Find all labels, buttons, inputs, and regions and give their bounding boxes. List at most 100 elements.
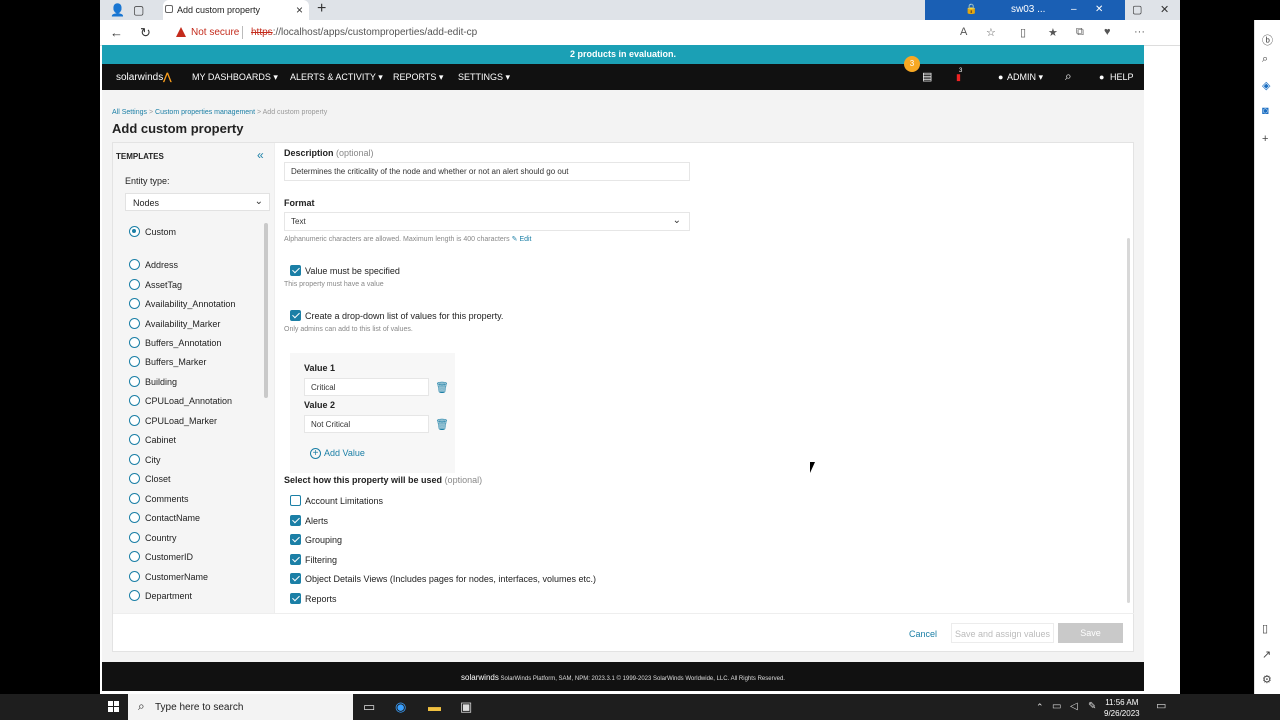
value-required-checkbox[interactable] (290, 265, 301, 276)
search-sidebar-icon[interactable]: ⌕ (1262, 53, 1268, 66)
template-radio[interactable] (129, 532, 140, 543)
usage-checkbox[interactable] (290, 495, 301, 506)
settings-icon[interactable]: ⚙ (1262, 673, 1272, 686)
remote-desktop-icon[interactable]: ▣ (460, 699, 472, 715)
not-secure-label[interactable]: Not secure (191, 27, 239, 38)
sidebar-toggle-icon[interactable]: ▯ (1262, 622, 1268, 635)
nav-admin[interactable]: ADMIN ▾ (1007, 72, 1043, 83)
template-radio[interactable] (129, 415, 140, 426)
close-window-icon[interactable]: ✕ (1160, 3, 1169, 16)
tray-arrow-icon[interactable]: ⌃ (1036, 702, 1044, 713)
outlook-icon[interactable]: ◙ (1262, 105, 1269, 117)
nav-settings[interactable]: SETTINGS ▾ (458, 72, 510, 83)
template-radio[interactable] (129, 590, 140, 601)
close-session-icon[interactable]: ✕ (1095, 4, 1103, 15)
maximize-icon[interactable]: ▢ (1132, 3, 1142, 16)
back-icon[interactable]: ← (110, 25, 123, 40)
delete-value-2-icon[interactable]: 🗑 (435, 418, 449, 431)
template-label[interactable]: AssetTag (145, 280, 182, 290)
notification-badge[interactable]: 3 (904, 56, 920, 72)
template-radio[interactable] (129, 434, 140, 445)
template-label[interactable]: Buffers_Annotation (145, 338, 221, 348)
template-label[interactable]: ContactName (145, 513, 200, 523)
windows-start-icon[interactable] (108, 701, 120, 713)
open-external-icon[interactable]: ↗ (1262, 648, 1271, 661)
template-radio[interactable] (129, 571, 140, 582)
template-label[interactable]: Availability_Marker (145, 319, 220, 329)
usage-checkbox[interactable] (290, 593, 301, 604)
taskbar-search[interactable]: ⌕ Type here to search (128, 694, 353, 720)
entity-type-select[interactable]: Nodes ⌄ (125, 193, 270, 211)
template-radio[interactable] (129, 512, 140, 523)
template-radio[interactable] (129, 259, 140, 270)
extensions-icon[interactable]: ♥ (1104, 26, 1111, 38)
template-radio[interactable] (129, 376, 140, 387)
search-icon[interactable]: ⌕ (1065, 69, 1072, 84)
templates-scrollbar[interactable] (264, 223, 268, 398)
network-icon[interactable]: ▭ (1052, 701, 1061, 712)
form-scrollbar[interactable] (1127, 238, 1130, 603)
volume-icon[interactable]: ◁ (1070, 701, 1078, 712)
minimize-icon[interactable]: – (1071, 4, 1077, 15)
office-icon[interactable]: ◈ (1262, 79, 1270, 92)
solarwinds-logo[interactable]: solarwinds⋀ (116, 72, 171, 83)
edge-icon[interactable]: ◉ (395, 699, 406, 715)
breadcrumb-all-settings[interactable]: All Settings (112, 109, 147, 116)
template-radio[interactable] (129, 473, 140, 484)
favorites-list-icon[interactable]: ★ (1048, 26, 1058, 39)
notification-center-icon[interactable]: ▭ (1156, 699, 1166, 712)
template-radio[interactable] (129, 395, 140, 406)
usage-checkbox[interactable] (290, 534, 301, 545)
template-radio[interactable] (129, 298, 140, 309)
tab-add-custom-property[interactable]: Add custom property × (163, 0, 309, 20)
cancel-button[interactable]: Cancel (909, 629, 937, 639)
refresh-icon[interactable]: ↻ (140, 25, 151, 41)
template-label[interactable]: Address (145, 260, 178, 270)
pen-icon[interactable]: ✎ (1088, 701, 1096, 712)
nav-my-dashboards[interactable]: MY DASHBOARDS ▾ (192, 72, 278, 83)
collapse-icon[interactable]: « (257, 148, 264, 162)
dropdown-list-checkbox[interactable] (290, 310, 301, 321)
template-label[interactable]: Availability_Annotation (145, 299, 235, 309)
template-label[interactable]: CPULoad_Marker (145, 416, 217, 426)
tab-actions-icon[interactable]: ▢ (133, 3, 144, 17)
usage-checkbox[interactable] (290, 573, 301, 584)
usage-checkbox[interactable] (290, 515, 301, 526)
template-radio[interactable] (129, 279, 140, 290)
template-radio[interactable] (129, 337, 140, 348)
template-label[interactable]: Country (145, 533, 177, 543)
file-explorer-icon[interactable]: ▬ (428, 699, 441, 714)
template-label[interactable]: Closet (145, 474, 171, 484)
template-label[interactable]: City (145, 455, 161, 465)
template-radio[interactable] (129, 356, 140, 367)
new-tab-button[interactable]: + (317, 0, 326, 18)
task-view-icon[interactable]: ▭ (363, 699, 375, 715)
collections-icon[interactable]: ⧉ (1076, 26, 1084, 39)
format-select[interactable]: Text ⌄ (284, 212, 690, 231)
save-and-assign-button[interactable]: Save and assign values (951, 623, 1054, 643)
favorite-icon[interactable]: ☆ (986, 26, 996, 39)
template-label[interactable]: Custom (145, 227, 176, 237)
read-aloud-icon[interactable]: A (960, 26, 967, 38)
template-label[interactable]: CPULoad_Annotation (145, 396, 232, 406)
add-sidebar-icon[interactable]: + (1262, 133, 1268, 145)
nav-reports[interactable]: REPORTS ▾ (393, 72, 443, 83)
profile-icon[interactable]: 👤 (110, 3, 125, 17)
value-1-input[interactable]: Critical (304, 378, 429, 396)
split-screen-icon[interactable]: ▯ (1020, 26, 1026, 39)
template-label[interactable]: Cabinet (145, 435, 176, 445)
usage-checkbox[interactable] (290, 554, 301, 565)
template-label[interactable]: Buffers_Marker (145, 357, 206, 367)
breadcrumb-custom-properties[interactable]: Custom properties management (155, 109, 255, 116)
bing-icon[interactable]: ⓑ (1262, 32, 1273, 48)
template-radio[interactable] (129, 318, 140, 329)
nav-help[interactable]: HELP (1110, 72, 1134, 82)
add-value-button[interactable]: + Add Value (310, 448, 365, 459)
template-label[interactable]: CustomerName (145, 572, 208, 582)
save-button[interactable]: Save (1058, 623, 1123, 643)
template-label[interactable]: Building (145, 377, 177, 387)
edit-link[interactable]: ✎ Edit (512, 236, 532, 243)
nav-alerts-activity[interactable]: ALERTS & ACTIVITY ▾ (290, 72, 383, 83)
description-input[interactable]: Determines the criticality of the node a… (284, 162, 690, 181)
taskbar-clock[interactable]: 11:56 AM 9/26/2023 (1104, 697, 1140, 719)
